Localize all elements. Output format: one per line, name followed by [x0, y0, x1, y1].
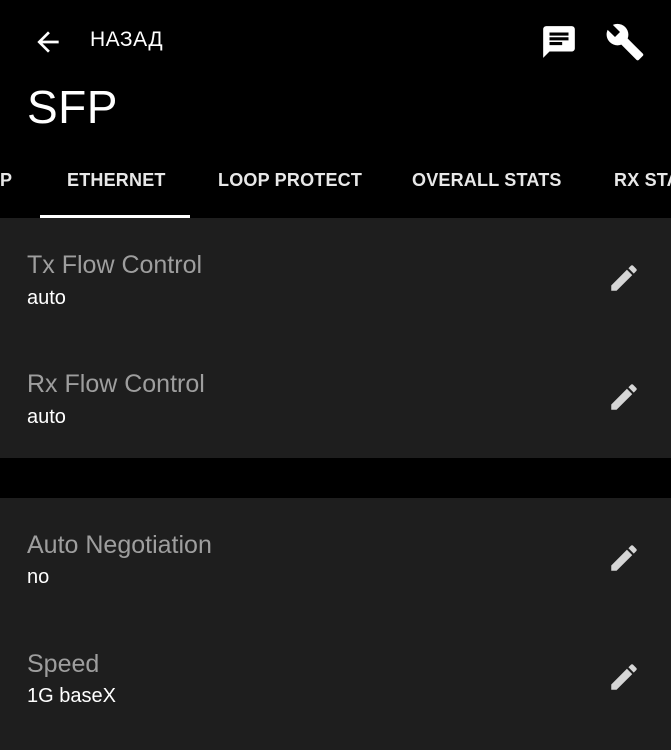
app-bar: НАЗАД: [0, 0, 671, 82]
pencil-icon: [611, 545, 637, 571]
tab-ethernet[interactable]: ETHERNET: [67, 170, 166, 191]
pencil-icon: [611, 265, 637, 291]
back-button[interactable]: [28, 22, 68, 62]
setting-value: 1G baseX: [27, 685, 116, 707]
wrench-icon: [606, 23, 644, 61]
back-label[interactable]: НАЗАД: [90, 28, 163, 52]
setting-label: Rx Flow Control: [27, 370, 205, 398]
chat-button[interactable]: [537, 20, 581, 64]
chat-icon: [543, 26, 575, 58]
page-title: SFP: [27, 81, 118, 133]
pencil-icon: [611, 664, 637, 690]
setting-value: auto: [27, 406, 66, 428]
tab-overall-stats[interactable]: OVERALL STATS: [412, 170, 562, 191]
setting-row-rx-flow-control[interactable]: Rx Flow Control auto: [0, 337, 671, 456]
section-divider: [0, 458, 671, 498]
setting-value: no: [27, 566, 50, 588]
setting-label: Speed: [27, 650, 100, 678]
edit-button[interactable]: [604, 258, 644, 298]
tools-button[interactable]: [603, 20, 647, 64]
app-screen: НАЗАД SFP P ETHERNET LOOP PROTECT OVERAL…: [0, 0, 671, 750]
edit-button[interactable]: [604, 657, 644, 697]
tab-bar: P ETHERNET LOOP PROTECT OVERALL STATS RX…: [0, 148, 671, 218]
setting-value: auto: [27, 287, 66, 309]
settings-section-flow: Tx Flow Control auto Rx Flow Control aut…: [0, 218, 671, 458]
tab-partial[interactable]: P: [0, 170, 12, 191]
pencil-icon: [611, 384, 637, 410]
setting-row-speed[interactable]: Speed 1G baseX: [0, 617, 671, 736]
arrow-left-icon: [37, 31, 59, 53]
tab-rx-stats[interactable]: RX STATS: [614, 170, 671, 191]
edit-button[interactable]: [604, 377, 644, 417]
setting-label: Tx Flow Control: [27, 251, 203, 279]
tab-loop-protect[interactable]: LOOP PROTECT: [218, 170, 362, 191]
setting-row-auto-negotiation[interactable]: Auto Negotiation no: [0, 498, 671, 617]
setting-row-tx-flow-control[interactable]: Tx Flow Control auto: [0, 218, 671, 337]
setting-label: Auto Negotiation: [27, 531, 212, 559]
settings-section-link: Auto Negotiation no Speed 1G baseX: [0, 498, 671, 750]
edit-button[interactable]: [604, 538, 644, 578]
